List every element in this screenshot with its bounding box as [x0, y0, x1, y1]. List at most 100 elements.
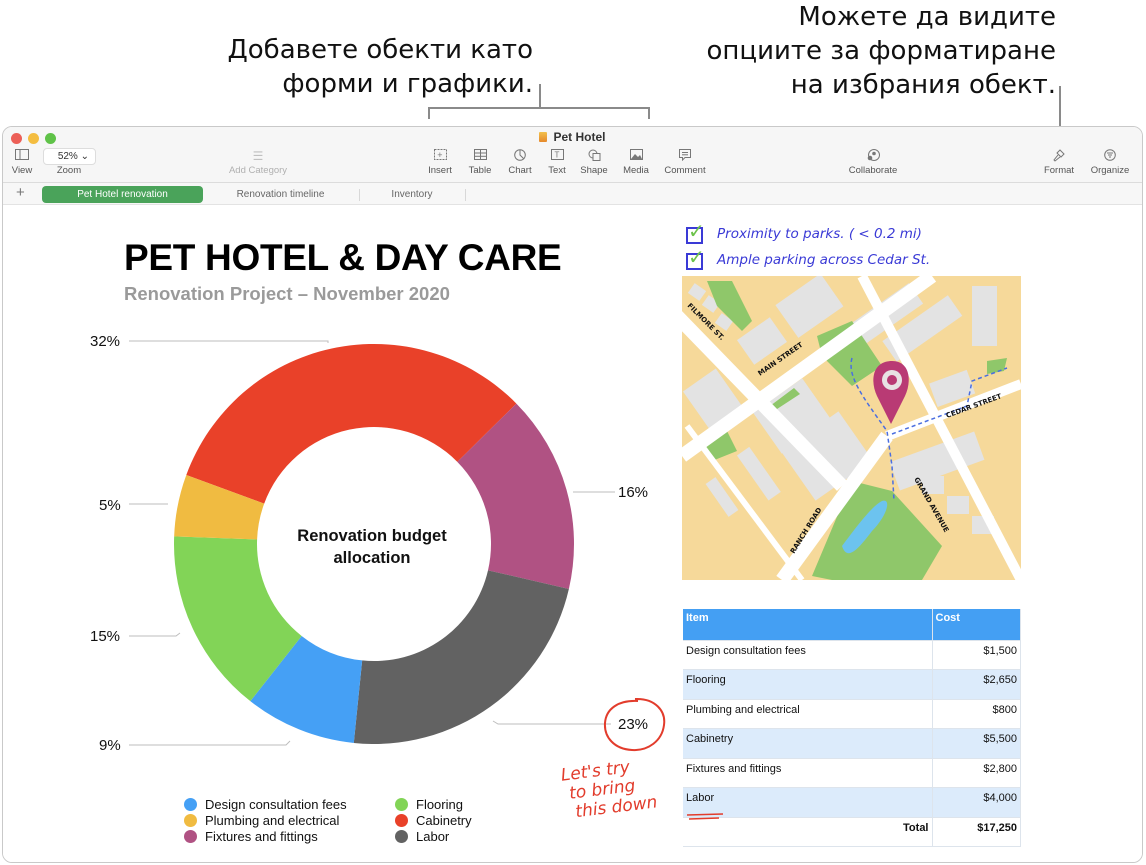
- column-header-cost[interactable]: Cost: [932, 609, 1021, 641]
- cost-cell[interactable]: $2,650: [932, 669, 1021, 700]
- leader-line-flooring: [129, 632, 181, 637]
- callout-line: опциите за форматиране: [706, 36, 1057, 66]
- data-label-flooring: 15%: [90, 628, 121, 645]
- app-window: Pet Hotel View 52% ⌄ Zoom ☰ Add Category…: [2, 126, 1143, 863]
- insert-button[interactable]: + Insert: [425, 149, 455, 176]
- annotation-note[interactable]: Let's try to bring this down: [560, 756, 659, 824]
- legend-item-cabinetry: Cabinetry: [395, 813, 472, 829]
- map-image[interactable]: FILMORE ST. MAIN STREET CEDAR STREET RAN…: [682, 276, 1021, 580]
- insert-label: Insert: [428, 165, 452, 176]
- checklist-text: Proximity to parks. ( < 0.2 mi): [717, 226, 922, 242]
- checklist-text: Ample parking across Cedar St.: [717, 252, 931, 268]
- legend-item-flooring: Flooring: [395, 797, 463, 813]
- checkmark-icon: ✓: [688, 245, 705, 269]
- cost-cell[interactable]: $2,800: [932, 758, 1021, 788]
- zoom-select[interactable]: 52% ⌄: [43, 148, 96, 165]
- legend-swatch: [395, 814, 408, 827]
- data-label-design: 9%: [99, 737, 121, 754]
- total-value[interactable]: $17,250: [932, 817, 1021, 847]
- legend-swatch: [184, 830, 197, 843]
- leader-line-labor: [492, 720, 611, 725]
- annotation-circle[interactable]: [600, 695, 670, 755]
- column-header-item[interactable]: Item: [683, 609, 933, 641]
- sheet-tab-bar: + Pet Hotel renovation Renovation timeli…: [3, 183, 1142, 205]
- legend-swatch: [184, 798, 197, 811]
- callout-line: Добавете обекти като: [227, 35, 533, 65]
- cost-cell[interactable]: $4,000: [932, 787, 1021, 818]
- annotation-underline[interactable]: [686, 813, 726, 821]
- tab-inventory[interactable]: Inventory: [360, 186, 464, 203]
- table-icon: [466, 149, 494, 163]
- item-cell[interactable]: Plumbing and electrical: [683, 699, 933, 729]
- add-category-button[interactable]: ☰ Add Category: [223, 149, 293, 176]
- cost-cell[interactable]: $1,500: [932, 640, 1021, 670]
- chevron-down-icon: ⌄: [77, 151, 89, 162]
- view-button[interactable]: View: [9, 149, 35, 176]
- collaborate-button[interactable]: Collaborate: [843, 149, 903, 176]
- donut-slice-cabinetry[interactable]: [186, 344, 517, 504]
- table-row[interactable]: Plumbing and electrical $800: [683, 699, 1021, 729]
- tab-divider: [465, 189, 466, 201]
- table-row[interactable]: Design consultation fees $1,500: [683, 640, 1021, 670]
- paintbrush-icon: [1040, 149, 1078, 163]
- text-button[interactable]: T Text: [545, 149, 569, 176]
- organize-icon: [1088, 149, 1132, 163]
- chart-center-title: Renovation budget allocation: [297, 527, 447, 567]
- table-row[interactable]: Fixtures and fittings $2,800: [683, 758, 1021, 788]
- media-label: Media: [623, 165, 649, 176]
- total-row[interactable]: Total $17,250: [683, 817, 1021, 847]
- tab-renovation-timeline[interactable]: Renovation timeline: [203, 186, 358, 203]
- table-row[interactable]: Flooring $2,650: [683, 669, 1021, 700]
- cost-cell[interactable]: $800: [932, 699, 1021, 729]
- callout-insert-objects: Добавете обекти като форми и графики.: [200, 33, 533, 101]
- data-label-cabinetry: 32%: [90, 333, 121, 350]
- table-button[interactable]: Table: [466, 149, 494, 176]
- callout-bracket: [428, 107, 650, 109]
- legend-label: Fixtures and fittings: [205, 829, 318, 844]
- callout-line: форми и графики.: [282, 69, 533, 99]
- checkmark-icon: ✓: [688, 219, 705, 243]
- media-button[interactable]: Media: [620, 149, 652, 176]
- sheet-canvas: PET HOTEL & DAY CARE Renovation Project …: [3, 206, 1142, 862]
- donut-slice-labor[interactable]: [353, 570, 569, 744]
- legend-label: Flooring: [416, 797, 463, 812]
- item-cell[interactable]: Cabinetry: [683, 728, 933, 759]
- data-label-fixtures: 16%: [618, 484, 649, 501]
- item-cell[interactable]: Design consultation fees: [683, 640, 933, 670]
- comment-icon: [662, 149, 708, 163]
- collaborate-icon: [843, 149, 903, 163]
- collaborate-label: Collaborate: [848, 165, 898, 176]
- format-button[interactable]: Format: [1040, 149, 1078, 176]
- chart-button[interactable]: Chart: [505, 149, 535, 176]
- checklist-item[interactable]: ✓ Ample parking across Cedar St.: [683, 245, 931, 275]
- media-icon: [620, 149, 652, 163]
- svg-text:T: T: [554, 151, 559, 160]
- add-sheet-button[interactable]: +: [16, 184, 25, 201]
- item-cell[interactable]: Flooring: [683, 669, 933, 700]
- organize-button[interactable]: Organize: [1088, 149, 1132, 176]
- text-label: Text: [548, 165, 566, 176]
- shape-button[interactable]: Shape: [578, 149, 610, 176]
- legend-swatch: [395, 798, 408, 811]
- toolbar: Pet Hotel View 52% ⌄ Zoom ☰ Add Category…: [3, 127, 1142, 183]
- text-box-icon: T: [545, 149, 569, 163]
- legend-swatch: [184, 814, 197, 827]
- total-label[interactable]: Total: [683, 817, 933, 847]
- view-label: View: [11, 165, 33, 176]
- checklist: ✓ Proximity to parks. ( < 0.2 mi) ✓ Ample …: [683, 219, 931, 275]
- chart-label: Chart: [508, 165, 532, 176]
- legend-label: Labor: [416, 829, 450, 844]
- cost-cell[interactable]: $5,500: [932, 728, 1021, 759]
- checklist-item[interactable]: ✓ Proximity to parks. ( < 0.2 mi): [683, 219, 930, 249]
- data-label-plumbing: 5%: [99, 497, 121, 514]
- table-row[interactable]: Labor $4,000: [683, 787, 1021, 818]
- table-row[interactable]: Cabinetry $5,500: [683, 728, 1021, 759]
- cost-table[interactable]: Item Cost Design consultation fees $1,500…: [683, 609, 1021, 847]
- legend-item-design: Design consultation fees: [184, 797, 347, 813]
- tab-pet-hotel-renovation[interactable]: Pet Hotel renovation: [42, 186, 203, 203]
- zoom-label: Zoom: [51, 165, 87, 176]
- shape-label: Shape: [580, 165, 608, 176]
- document-icon: [539, 132, 548, 142]
- item-cell[interactable]: Fixtures and fittings: [683, 758, 933, 788]
- comment-button[interactable]: Comment: [662, 149, 708, 176]
